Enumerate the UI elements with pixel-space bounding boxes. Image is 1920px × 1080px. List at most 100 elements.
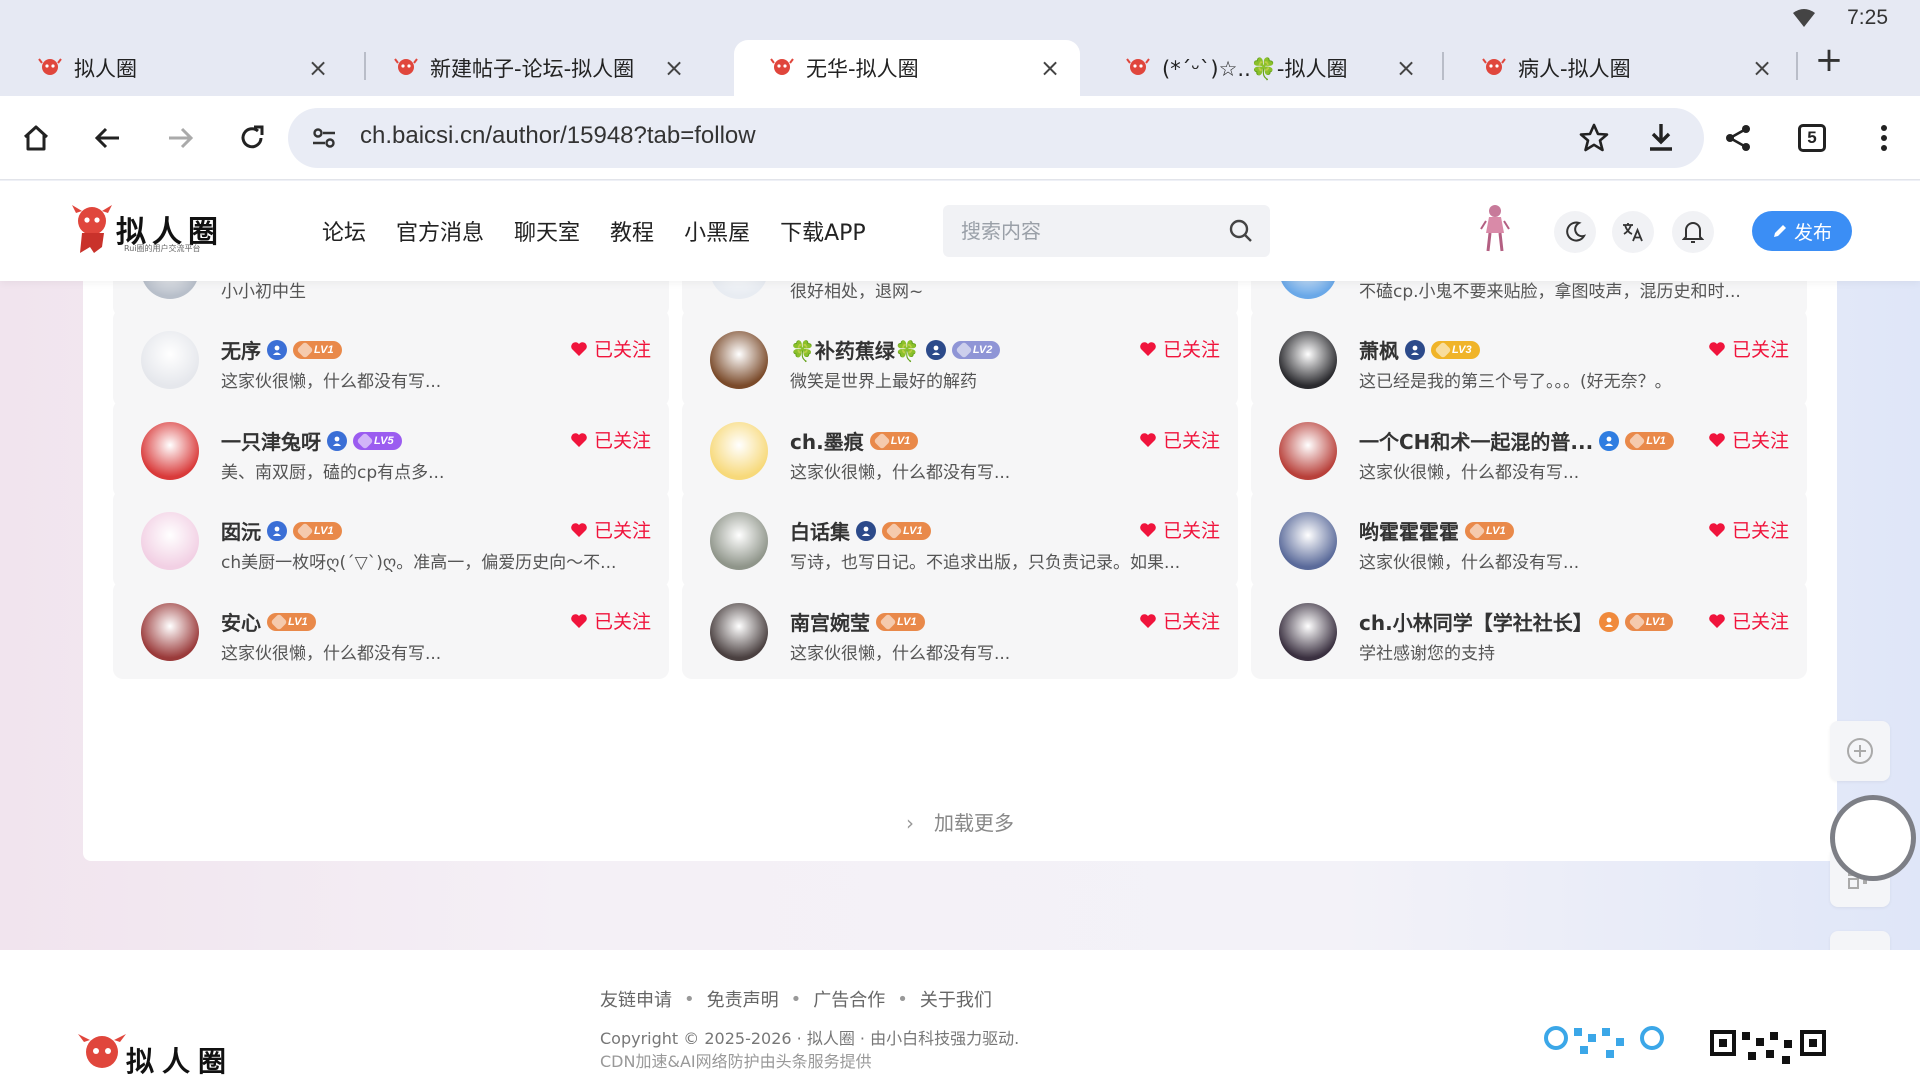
nav-item-official[interactable]: 官方消息: [396, 215, 484, 247]
close-tab-icon[interactable]: ×: [1394, 56, 1418, 80]
share-button[interactable]: [1716, 116, 1760, 160]
notification-button[interactable]: [1672, 211, 1714, 253]
username[interactable]: 南宫婉莹: [790, 607, 870, 636]
followed-user-card[interactable]: 安心 LV1 已关注 这家伙很懒，什么都没有写...: [113, 581, 669, 679]
user-bio: ch美厨一枚呀ღ(´▽`)ღ。准高一，偏爱历史向～不...: [221, 553, 617, 573]
address-bar[interactable]: ch.baicsi.cn/author/15948?tab=follow: [288, 108, 1704, 168]
avatar[interactable]: [141, 603, 199, 661]
avatar[interactable]: [710, 512, 768, 570]
followed-user-card[interactable]: ch.墨痕 LV1 已关注 这家伙很懒，什么都没有写...: [682, 400, 1238, 498]
site-settings-icon[interactable]: [310, 124, 338, 152]
username[interactable]: 哟霍霍霍霍: [1359, 516, 1459, 545]
translate-button[interactable]: [1612, 211, 1654, 253]
logo-subtitle: Rui圈的用户交流平台: [124, 244, 201, 253]
site-logo[interactable]: 拟人圈 Rui圈的用户交流平台: [70, 203, 230, 259]
username[interactable]: ch.小林同学【学社社长】: [1359, 607, 1593, 636]
home-button[interactable]: [14, 116, 58, 160]
url-text[interactable]: ch.baicsi.cn/author/15948?tab=follow: [360, 122, 756, 150]
followed-button[interactable]: 已关注: [1708, 607, 1789, 634]
publish-button[interactable]: 发布: [1752, 211, 1852, 251]
bookmark-star-icon[interactable]: [1578, 122, 1610, 154]
username[interactable]: 安心: [221, 607, 261, 636]
avatar[interactable]: [710, 422, 768, 480]
followed-button[interactable]: 已关注: [570, 607, 651, 634]
followed-user-card[interactable]: 南宫婉莹 LV1 已关注 这家伙很懒，什么都没有写...: [682, 581, 1238, 679]
followed-button[interactable]: 已关注: [1708, 516, 1789, 543]
dark-mode-button[interactable]: [1554, 211, 1596, 253]
download-icon[interactable]: [1644, 120, 1678, 154]
footer-link-about[interactable]: 关于我们: [920, 986, 992, 1012]
load-more-button[interactable]: › 加载更多: [83, 807, 1837, 836]
browser-tab[interactable]: 新建帖子-论坛-拟人圈 ×: [358, 40, 704, 96]
search-input[interactable]: [961, 215, 1211, 247]
avatar[interactable]: [710, 603, 768, 661]
avatar[interactable]: [1279, 422, 1337, 480]
username[interactable]: 无序: [221, 335, 261, 364]
close-tab-icon[interactable]: ×: [1750, 56, 1774, 80]
zoom-in-button[interactable]: [1830, 721, 1890, 781]
followed-button[interactable]: 已关注: [1139, 335, 1220, 362]
followed-button[interactable]: 已关注: [570, 426, 651, 453]
home-icon: [23, 125, 49, 151]
assistive-touch-button[interactable]: [1830, 795, 1916, 881]
avatar[interactable]: [141, 512, 199, 570]
followed-user-card[interactable]: 一只津兔呀 LV5 已关注 美、南双厨，磕的cp有点多...: [113, 400, 669, 498]
followed-button[interactable]: 已关注: [1708, 426, 1789, 453]
username-row: 安心 LV1: [221, 607, 316, 636]
footer-link-disclaimer[interactable]: 免责声明: [707, 986, 779, 1012]
browser-tab-active[interactable]: 无华-拟人圈 ×: [734, 40, 1080, 96]
avatar[interactable]: [1279, 331, 1337, 389]
followed-user-card[interactable]: 哟霍霍霍霍 LV1 已关注 这家伙很懒，什么都没有写...: [1251, 490, 1807, 588]
avatar[interactable]: [710, 331, 768, 389]
username[interactable]: 一只津兔呀: [221, 426, 321, 455]
followed-user-card[interactable]: ch.小林同学【学社社长】 LV1 已关注 学社感谢您的支持: [1251, 581, 1807, 679]
close-tab-icon[interactable]: ×: [1038, 56, 1062, 80]
pencil-icon: [1773, 225, 1786, 237]
nav-item-download-app[interactable]: 下载APP: [780, 215, 866, 247]
avatar[interactable]: [1279, 603, 1337, 661]
close-tab-icon[interactable]: ×: [306, 56, 330, 80]
followed-button[interactable]: 已关注: [1139, 516, 1220, 543]
new-tab-button[interactable]: +: [1812, 43, 1846, 78]
followed-user-card[interactable]: 一个CH和术一起混的普... LV1 已关注 这家伙很懒，什么都没有写...: [1251, 400, 1807, 498]
username[interactable]: 萧枫: [1359, 335, 1399, 364]
nav-item-tutorial[interactable]: 教程: [610, 215, 654, 247]
followed-button[interactable]: 已关注: [1139, 607, 1220, 634]
followed-user-card[interactable]: 🍀补药蕉绿🍀 LV2 已关注 微笑是世界上最好的解药: [682, 309, 1238, 407]
nav-item-chatroom[interactable]: 聊天室: [514, 215, 580, 247]
username[interactable]: 一个CH和术一起混的普...: [1359, 426, 1593, 455]
followed-button[interactable]: 已关注: [570, 516, 651, 543]
search-icon[interactable]: [1228, 218, 1254, 244]
mascot-doll-icon[interactable]: [1480, 203, 1510, 255]
followed-button[interactable]: 已关注: [570, 335, 651, 362]
followed-button[interactable]: 已关注: [1139, 426, 1220, 453]
avatar[interactable]: [141, 422, 199, 480]
reload-button[interactable]: [230, 116, 274, 160]
followed-user-card[interactable]: 囡沅 LV1 已关注 ch美厨一枚呀ღ(´▽`)ღ。准高一，偏爱历史向～不...: [113, 490, 669, 588]
level-label: LV1: [890, 434, 911, 447]
username[interactable]: 🍀补药蕉绿🍀: [790, 335, 920, 364]
followed-button[interactable]: 已关注: [1708, 335, 1789, 362]
username[interactable]: 白话集: [790, 516, 850, 545]
footer-link-friend[interactable]: 友链申请: [600, 986, 672, 1012]
followed-label: 已关注: [593, 611, 651, 633]
back-button[interactable]: [86, 116, 130, 160]
footer-link-ads[interactable]: 广告合作: [813, 986, 885, 1012]
followed-user-card[interactable]: 无序 LV1 已关注 这家伙很懒，什么都没有写...: [113, 309, 669, 407]
avatar[interactable]: [141, 331, 199, 389]
tab-switcher-button[interactable]: 5: [1790, 116, 1834, 160]
username[interactable]: 囡沅: [221, 516, 261, 545]
username[interactable]: ch.墨痕: [790, 426, 864, 455]
browser-tab[interactable]: 拟人圈 ×: [2, 40, 348, 96]
followed-user-card[interactable]: 白话集 LV1 已关注 写诗，也写日记。不追求出版，只负责记录。如果...: [682, 490, 1238, 588]
nav-item-blackroom[interactable]: 小黑屋: [684, 215, 750, 247]
avatar[interactable]: [1279, 512, 1337, 570]
nav-item-forum[interactable]: 论坛: [322, 215, 366, 247]
browser-tab[interactable]: (*ˊᵕˋ)☆..🍀-拟人圈 ×: [1090, 40, 1436, 96]
forward-button[interactable]: [158, 116, 202, 160]
close-tab-icon[interactable]: ×: [662, 56, 686, 80]
followed-user-card[interactable]: 萧枫 LV3 已关注 这已经是我的第三个号了。。。(好无奈？。: [1251, 309, 1807, 407]
browser-tab[interactable]: 病人-拟人圈 ×: [1446, 40, 1792, 96]
menu-button[interactable]: [1862, 116, 1906, 160]
level-gem-icon: [1434, 341, 1452, 358]
